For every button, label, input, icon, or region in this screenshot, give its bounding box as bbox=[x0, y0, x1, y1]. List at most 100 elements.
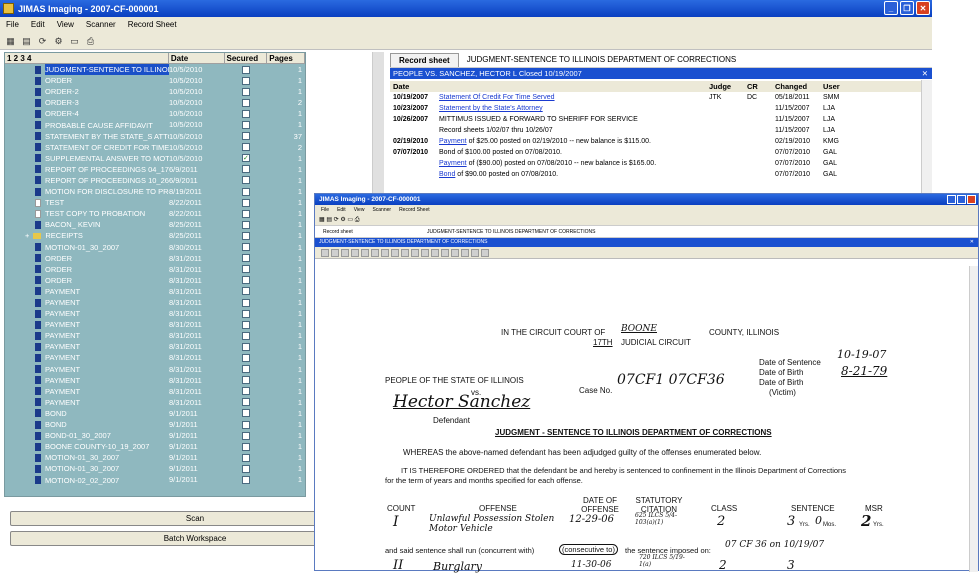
maximize-button[interactable]: ❐ bbox=[900, 1, 914, 15]
document-row[interactable]: PAYMENT 8/31/2011 1 bbox=[5, 319, 305, 330]
menu-record-sheet[interactable]: Record Sheet bbox=[128, 20, 177, 29]
document-name-cell[interactable]: PAYMENT bbox=[5, 364, 169, 375]
document-name-cell[interactable]: PAYMENT bbox=[5, 397, 169, 408]
document-name-cell[interactable]: MOTION-01_30_2007 bbox=[5, 242, 169, 253]
secured-checkbox[interactable] bbox=[241, 309, 250, 318]
secured-checkbox[interactable] bbox=[241, 121, 250, 130]
viewer-maximize-button[interactable] bbox=[957, 195, 966, 204]
document-row[interactable]: PAYMENT 8/31/2011 1 bbox=[5, 352, 305, 363]
document-name-cell[interactable]: ORDER-2 bbox=[5, 86, 169, 97]
document-row[interactable]: PAYMENT 8/31/2011 1 bbox=[5, 375, 305, 386]
header-secured[interactable]: Secured bbox=[225, 53, 268, 63]
image-tool-icon[interactable] bbox=[401, 248, 409, 257]
header-pages[interactable]: Pages bbox=[267, 53, 305, 63]
document-row[interactable]: REPORT OF PROCEEDINGS 10_26_2 6/9/2011 1 bbox=[5, 175, 305, 186]
expand-icon[interactable]: + bbox=[25, 230, 29, 241]
document-name-cell[interactable]: PAYMENT bbox=[5, 286, 169, 297]
tab-record-sheet[interactable]: Record sheet bbox=[390, 52, 459, 67]
record-link[interactable]: Payment bbox=[439, 160, 467, 167]
document-row[interactable]: TEST 8/22/2011 1 bbox=[5, 197, 305, 208]
secured-checkbox[interactable]: ✓ bbox=[241, 154, 250, 163]
viewer-menu-view[interactable]: View bbox=[354, 205, 365, 215]
document-name-cell[interactable]: PAYMENT bbox=[5, 386, 169, 397]
secured-checkbox[interactable] bbox=[241, 198, 250, 207]
document-name-cell[interactable]: STATEMENT OF CREDIT FOR TIME S bbox=[5, 142, 169, 153]
document-row[interactable]: ORDER-2 10/5/2010 1 bbox=[5, 86, 305, 97]
document-name-cell[interactable]: ORDER bbox=[5, 264, 169, 275]
new-icon[interactable]: ▦ bbox=[4, 35, 17, 47]
document-name-cell[interactable]: REPORT OF PROCEEDINGS 10_26_2 bbox=[5, 175, 169, 186]
document-row[interactable]: TEST COPY TO PROBATION 8/22/2011 1 bbox=[5, 208, 305, 219]
document-row[interactable]: ORDER 10/5/2010 1 bbox=[5, 75, 305, 86]
document-row[interactable]: ORDER-4 10/5/2010 1 bbox=[5, 108, 305, 119]
document-name-cell[interactable]: ORDER-3 bbox=[5, 97, 169, 108]
level-tabs[interactable]: 1 2 3 4 bbox=[5, 53, 169, 63]
document-name-cell[interactable]: PAYMENT bbox=[5, 319, 169, 330]
document-row[interactable]: MOTION FOR DISCLOSURE TO PRO 8/19/2011 1 bbox=[5, 186, 305, 197]
document-row[interactable]: PAYMENT 8/31/2011 1 bbox=[5, 386, 305, 397]
document-row[interactable]: MOTION-02_02_2007 9/1/2011 1 bbox=[5, 474, 305, 485]
secured-checkbox[interactable] bbox=[241, 420, 250, 429]
document-row[interactable]: MOTION-01_30_2007 8/30/2011 1 bbox=[5, 242, 305, 253]
document-name-cell[interactable]: BACON_ KEVIN bbox=[5, 219, 169, 230]
menu-view[interactable]: View bbox=[57, 20, 74, 29]
document-row[interactable]: BOND 9/1/2011 1 bbox=[5, 408, 305, 419]
document-row[interactable]: PAYMENT 8/31/2011 1 bbox=[5, 364, 305, 375]
document-row[interactable]: ORDER-3 10/5/2010 2 bbox=[5, 97, 305, 108]
document-name-cell[interactable]: BOND bbox=[5, 419, 169, 430]
document-name-cell[interactable]: BOND-01_30_2007 bbox=[5, 430, 169, 441]
document-name-cell[interactable]: PAYMENT bbox=[5, 352, 169, 363]
open-folder-icon[interactable]: ▤ bbox=[20, 35, 33, 47]
refresh-icon[interactable]: ⟳ bbox=[36, 35, 49, 47]
document-name-cell[interactable]: PAYMENT bbox=[5, 330, 169, 341]
record-link[interactable]: Statement Of Credit For Time Served bbox=[439, 94, 555, 101]
viewer-menu-edit[interactable]: Edit bbox=[337, 205, 346, 215]
secured-checkbox[interactable] bbox=[241, 398, 250, 407]
image-tool-icon[interactable] bbox=[431, 248, 439, 257]
document-name-cell[interactable]: SUPPLEMENTAL ANSWER TO MOTIC bbox=[5, 153, 169, 164]
document-row[interactable]: MOTION-01_30_2007 9/1/2011 1 bbox=[5, 452, 305, 463]
scan-icon[interactable]: ⚙ bbox=[52, 35, 65, 47]
secured-checkbox[interactable] bbox=[241, 431, 250, 440]
image-tool-icon[interactable] bbox=[371, 248, 379, 257]
document-name-cell[interactable]: TEST COPY TO PROBATION bbox=[5, 208, 169, 219]
image-tool-icon[interactable] bbox=[381, 248, 389, 257]
record-link[interactable]: Statement by the State's Attorney bbox=[439, 105, 543, 112]
document-row[interactable]: ORDER 8/31/2011 1 bbox=[5, 275, 305, 286]
document-row[interactable]: BOND 9/1/2011 1 bbox=[5, 419, 305, 430]
secured-checkbox[interactable] bbox=[241, 442, 250, 451]
viewer-tab-record-sheet[interactable]: Record sheet bbox=[315, 226, 427, 237]
image-tool-icon[interactable] bbox=[331, 248, 339, 257]
secured-checkbox[interactable] bbox=[241, 298, 250, 307]
secured-checkbox[interactable] bbox=[241, 187, 250, 196]
document-name-cell[interactable]: JUDGMENT-SENTENCE TO ILLINOIS bbox=[5, 64, 169, 76]
secured-checkbox[interactable] bbox=[241, 254, 250, 263]
menu-file[interactable]: File bbox=[6, 20, 19, 29]
close-icon[interactable]: ✕ bbox=[922, 68, 928, 79]
secured-checkbox[interactable] bbox=[241, 265, 250, 274]
secured-checkbox[interactable] bbox=[241, 287, 250, 296]
document-name-cell[interactable]: ORDER-4 bbox=[5, 108, 169, 119]
document-row[interactable]: REPORT OF PROCEEDINGS 04_17_2 6/9/2011 1 bbox=[5, 164, 305, 175]
image-tool-icon[interactable] bbox=[441, 248, 449, 257]
window-icon[interactable]: ▭ bbox=[68, 35, 81, 47]
image-tool-icon[interactable] bbox=[421, 248, 429, 257]
secured-checkbox[interactable] bbox=[241, 143, 250, 152]
close-button[interactable]: ✕ bbox=[916, 1, 930, 15]
document-row[interactable]: ORDER 8/31/2011 1 bbox=[5, 264, 305, 275]
document-row[interactable]: BOONE COUNTY-10_19_2007 9/1/2011 1 bbox=[5, 441, 305, 452]
secured-checkbox[interactable] bbox=[241, 98, 250, 107]
secured-checkbox[interactable] bbox=[241, 276, 250, 285]
record-scrollbar[interactable] bbox=[921, 80, 932, 197]
document-name-cell[interactable]: ORDER bbox=[5, 253, 169, 264]
secured-checkbox[interactable] bbox=[241, 209, 250, 218]
document-row[interactable]: PAYMENT 8/31/2011 1 bbox=[5, 286, 305, 297]
document-name-cell[interactable]: + RECEIPTS bbox=[5, 230, 169, 241]
image-tool-icon[interactable] bbox=[341, 248, 349, 257]
document-name-cell[interactable]: MOTION-02_02_2007 bbox=[5, 474, 169, 485]
image-tool-icon[interactable] bbox=[391, 248, 399, 257]
viewer-menu-record-sheet[interactable]: Record Sheet bbox=[399, 205, 430, 215]
document-name-cell[interactable]: ORDER bbox=[5, 275, 169, 286]
document-row[interactable]: JUDGMENT-SENTENCE TO ILLINOIS 10/5/2010 1 bbox=[5, 64, 305, 76]
document-row[interactable]: MOTION-01_30_2007 9/1/2011 1 bbox=[5, 463, 305, 474]
